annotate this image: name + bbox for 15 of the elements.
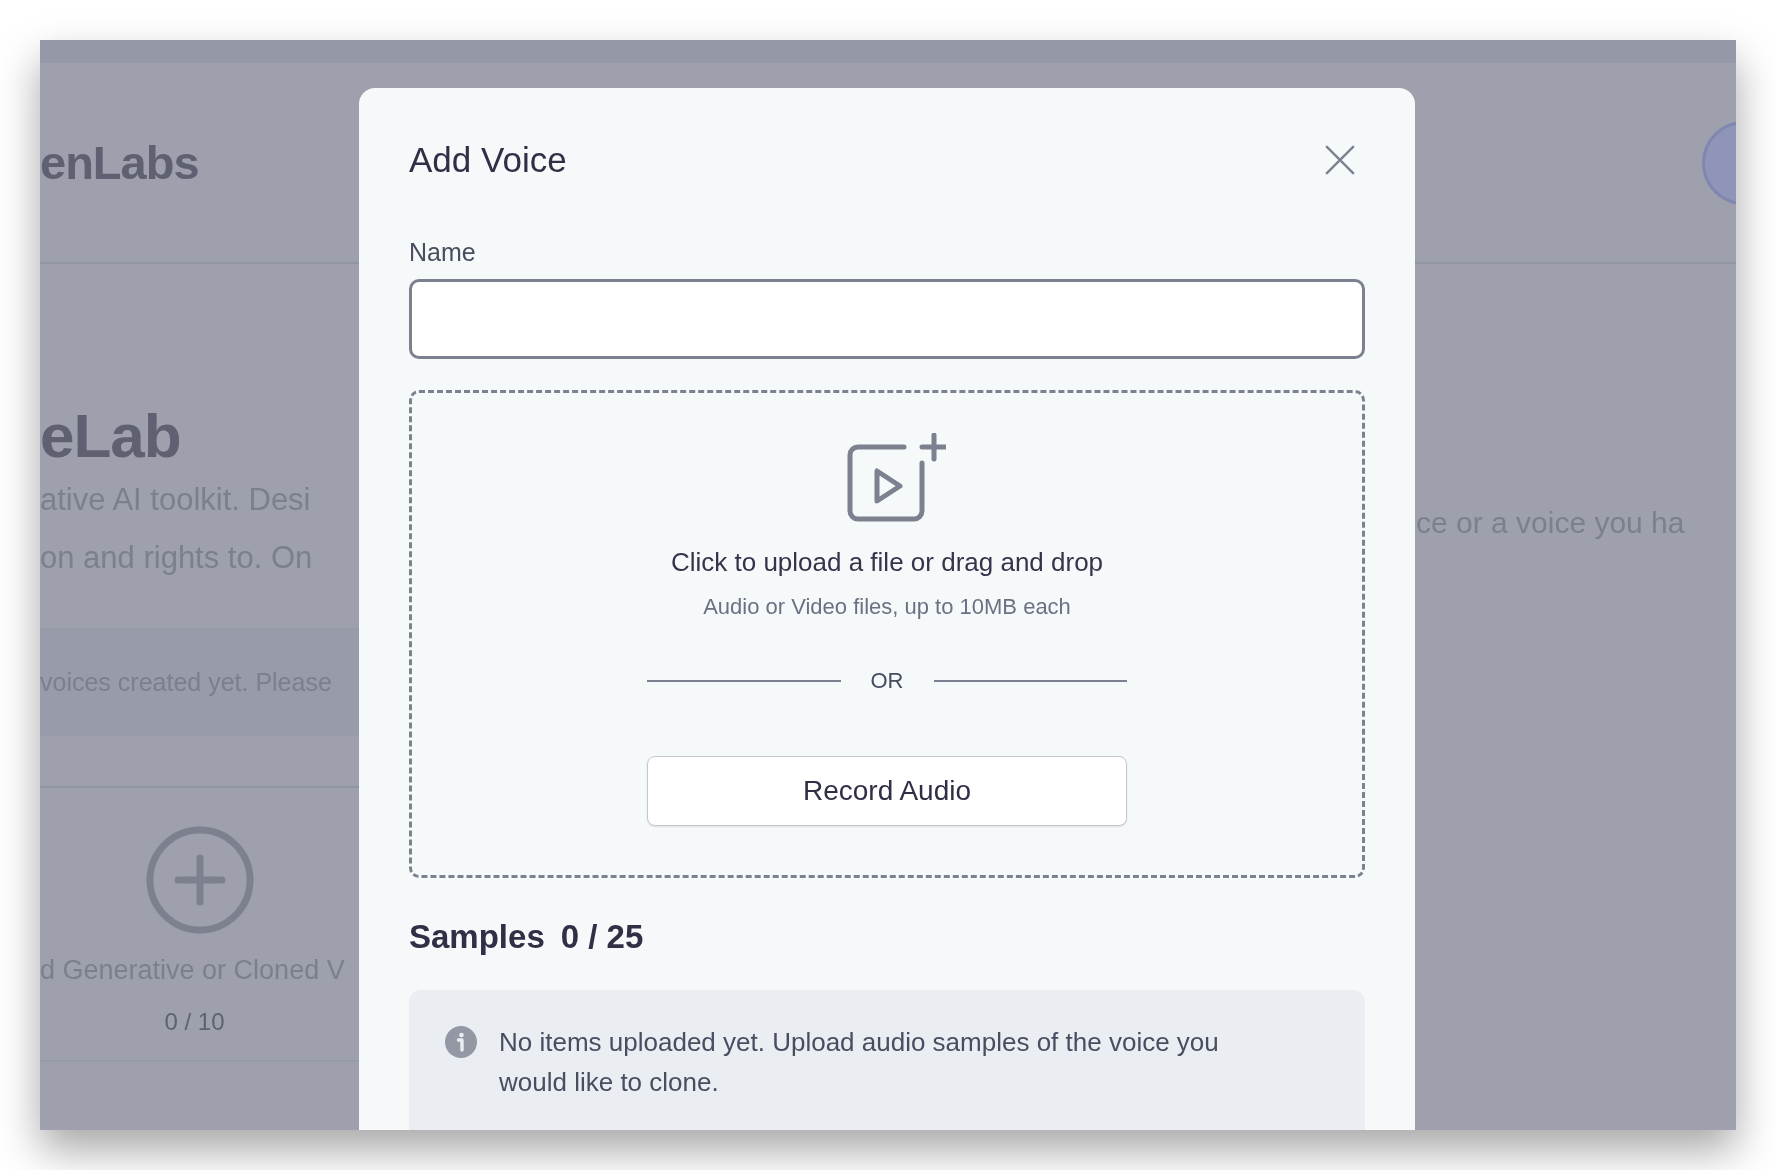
close-icon[interactable] — [1325, 145, 1355, 175]
or-separator: OR — [870, 668, 904, 694]
upload-hint: Audio or Video files, up to 10MB each — [703, 594, 1071, 620]
name-input[interactable] — [409, 279, 1365, 359]
record-audio-button[interactable]: Record Audio — [647, 756, 1127, 826]
page-heading: eLab — [40, 401, 182, 471]
samples-count: 0 / 25 — [560, 918, 644, 956]
field-label: Name — [409, 238, 477, 267]
samples-label: Samples — [409, 918, 545, 956]
upload-dropzone[interactable]: Click to upload a file or drag and drop Audio or Video files, up to 10MB each OR Record Audio — [409, 390, 1365, 878]
voice-count: 0 / 10 — [164, 1008, 225, 1036]
upload-instructions: Click to upload a file or drag and drop — [670, 547, 1104, 578]
info-text: No items uploaded yet. Upload audio samples of the voice you would like to clone. — [499, 1026, 1220, 1099]
info-icon — [445, 1026, 477, 1058]
dialog-title: Add Voice — [409, 140, 567, 180]
